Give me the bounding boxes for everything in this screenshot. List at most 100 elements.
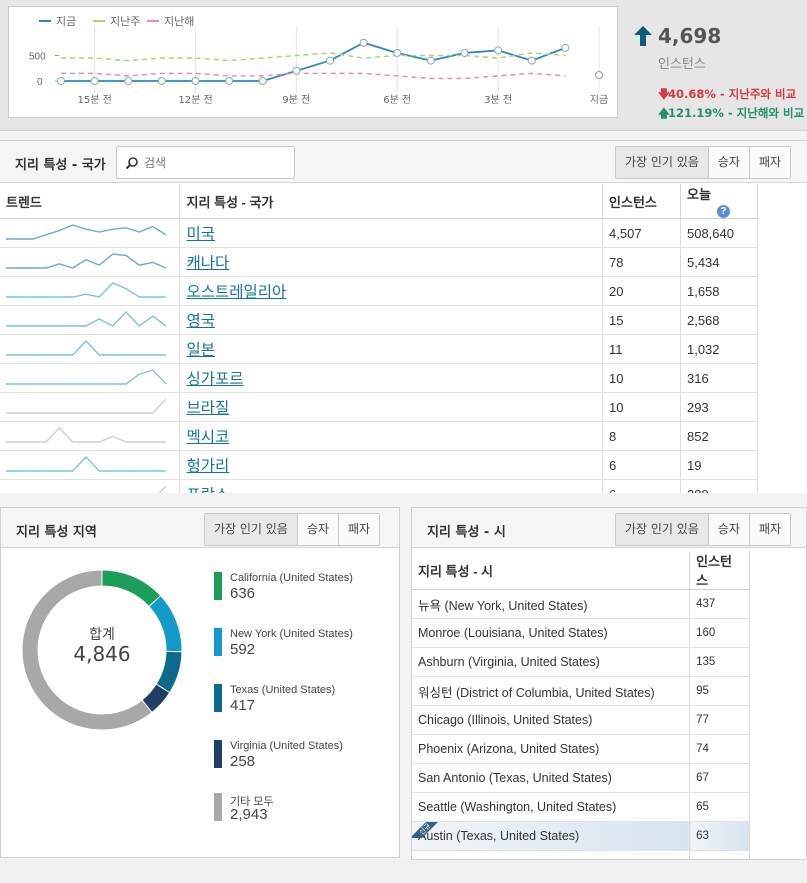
instances-cell: 135 — [689, 647, 750, 677]
country-link[interactable]: 미국 — [186, 225, 215, 243]
most-popular-button[interactable]: 가장 인기 있음 — [616, 147, 708, 178]
data-point — [326, 56, 334, 65]
city-name: San Antonio (Texas, United States) — [418, 771, 612, 785]
legend-name: Virginia (United States) — [230, 740, 343, 752]
instances-cell: 63 — [689, 821, 750, 851]
col-trend[interactable]: 트렌드 — [0, 184, 181, 220]
today-cell: 316 — [680, 363, 759, 394]
table-row[interactable]: 영국 15 2,568 — [0, 305, 759, 336]
country-link[interactable]: 오스트레일리아 — [186, 283, 286, 301]
table-row[interactable]: Chicago (Illinois, United States) 77 — [412, 705, 750, 735]
country-link[interactable]: 브라질 — [186, 399, 229, 417]
data-point — [393, 48, 402, 57]
sparkline — [6, 398, 167, 414]
table-row[interactable]: 오스트레일리아 20 1,658 — [0, 276, 759, 307]
city-cell: Chicago (Illinois, United States) — [412, 705, 691, 735]
today-cell: 508,640 — [680, 218, 759, 249]
col-today[interactable]: 오늘? — [680, 184, 759, 220]
table-row[interactable]: San Antonio (Texas, United States) 67 — [412, 763, 750, 793]
losers-button[interactable]: 패자 — [748, 147, 791, 178]
table-row[interactable]: 싱가포르 10 316 — [0, 363, 759, 394]
instances-cell: 78 — [602, 247, 681, 278]
country-link[interactable]: 일본 — [186, 341, 215, 359]
search-icon — [125, 157, 138, 170]
winners-button[interactable]: 승자 — [707, 514, 749, 545]
legend-label: 지난해 — [164, 14, 194, 28]
sparkline — [157, 485, 167, 493]
total-label: 합계 — [89, 627, 115, 643]
trend-panel: 지금 지난주 지난해 500 0 15분 전 12분 전 9분 전 6분 전 3분 전 지금 4,6… — [0, 0, 807, 131]
country-link[interactable]: 영국 — [186, 312, 215, 330]
table-row[interactable]: 워싱턴 (District of Columbia, United States… — [412, 676, 750, 706]
instances-cell: 10 — [602, 392, 681, 423]
x-tick-label: 지금 — [590, 94, 608, 106]
data-point — [527, 56, 536, 65]
trend-cell — [0, 450, 181, 481]
compare-last-week-text: 40.68% - 지난주와 비교 — [668, 87, 797, 101]
losers-button[interactable]: 패자 — [748, 514, 791, 545]
data-point — [124, 77, 133, 85]
legend-name: Texas (United States) — [230, 684, 336, 696]
compare-last-year: 🡅121.19% - 지난해와 비교 — [658, 105, 804, 125]
table-row[interactable]: 일본 11 1,032 — [0, 334, 759, 365]
country-link[interactable]: 프랑스 — [186, 486, 229, 493]
legend-value: 258 — [230, 753, 256, 770]
trend-cell — [0, 305, 181, 336]
table-row[interactable]: 멕시코 8 852 — [0, 421, 759, 452]
most-popular-button[interactable]: 가장 인기 있음 — [616, 514, 708, 545]
x-tick-label: 12분 전 — [178, 94, 212, 106]
winners-button[interactable]: 승자 — [707, 147, 749, 178]
table-row[interactable]: 브라질 10 293 — [0, 392, 759, 423]
search-box[interactable] — [116, 146, 295, 179]
table-row[interactable]: Ashburn (Virginia, United States) 135 — [412, 647, 750, 677]
data-point — [191, 77, 200, 85]
legend-label: 지난주 — [110, 15, 140, 28]
country-link[interactable]: 싱가포르 — [186, 370, 243, 388]
table-row[interactable]: 헝가리 6 19 — [0, 450, 759, 481]
losers-button[interactable]: 패자 — [337, 514, 380, 545]
table-row[interactable]: Phoenix (Arizona, United States) 74 — [412, 734, 750, 764]
city-panel-title: 지리 특성 - 시 — [427, 525, 506, 540]
donut-center: 합계 4,846 — [17, 565, 187, 735]
col-instances[interactable]: 인스턴스 — [602, 184, 681, 220]
city-name: Phoenix (Arizona, United States) — [418, 742, 600, 756]
table-row[interactable]: 캐나다 78 5,434 — [0, 247, 759, 278]
table-row[interactable]: 프랑스 6289 — [0, 479, 759, 493]
search-input[interactable] — [144, 153, 284, 173]
city-cell: Seattle (Washington, United States) — [412, 792, 691, 822]
table-row[interactable]: 뉴욕 (New York, United States) 437 — [412, 589, 750, 619]
data-point — [225, 77, 234, 85]
winners-button[interactable]: 승자 — [296, 514, 338, 545]
country-cell: 미국 — [179, 218, 604, 249]
country-cell: 브라질 — [179, 392, 604, 423]
trend-cell — [0, 334, 181, 365]
help-icon[interactable]: ? — [716, 205, 730, 219]
sparkline — [6, 368, 167, 385]
city-cell: Phoenix (Arizona, United States) — [412, 734, 691, 764]
col-instances[interactable]: 인스턴스 — [689, 551, 750, 590]
instances-cell: 95 — [689, 676, 750, 706]
trend-cell — [0, 276, 181, 307]
col-country[interactable]: 지리 특성 - 국가 — [179, 184, 604, 220]
city-name: Ashburn (Virginia, United States) — [418, 655, 600, 669]
country-link[interactable]: 캐나다 — [186, 254, 229, 272]
today-cell: 1,658 — [680, 276, 759, 307]
up-arrow-icon: 🡅 — [658, 106, 670, 120]
country-link[interactable]: 헝가리 — [186, 457, 229, 475]
table-row[interactable]: Monroe (Louisiana, United States) 160 — [412, 618, 750, 648]
instances-cell: 20 — [602, 276, 681, 307]
col-city[interactable]: 지리 특성 - 시 — [412, 551, 691, 590]
table-row[interactable]: 미국 4,507 508,640 — [0, 218, 759, 249]
region-panel-title: 지리 특성 지역 — [16, 525, 97, 540]
table-row[interactable]: Seattle (Washington, United States) 65 — [412, 792, 750, 822]
city-name: 뉴욕 (New York, United States) — [418, 598, 588, 613]
instances-cell: 10 — [602, 363, 681, 394]
table-row[interactable]: Los Angeles (California, United States)5… — [412, 850, 750, 859]
table-row[interactable]: 신규 Austin (Texas, United States) 63 — [412, 821, 750, 851]
data-point — [292, 66, 301, 75]
most-popular-button[interactable]: 가장 인기 있음 — [205, 514, 297, 545]
country-link[interactable]: 멕시코 — [186, 428, 229, 446]
legend-value: 636 — [230, 585, 256, 602]
up-arrow-icon — [634, 26, 652, 46]
trend-cell — [0, 421, 181, 452]
